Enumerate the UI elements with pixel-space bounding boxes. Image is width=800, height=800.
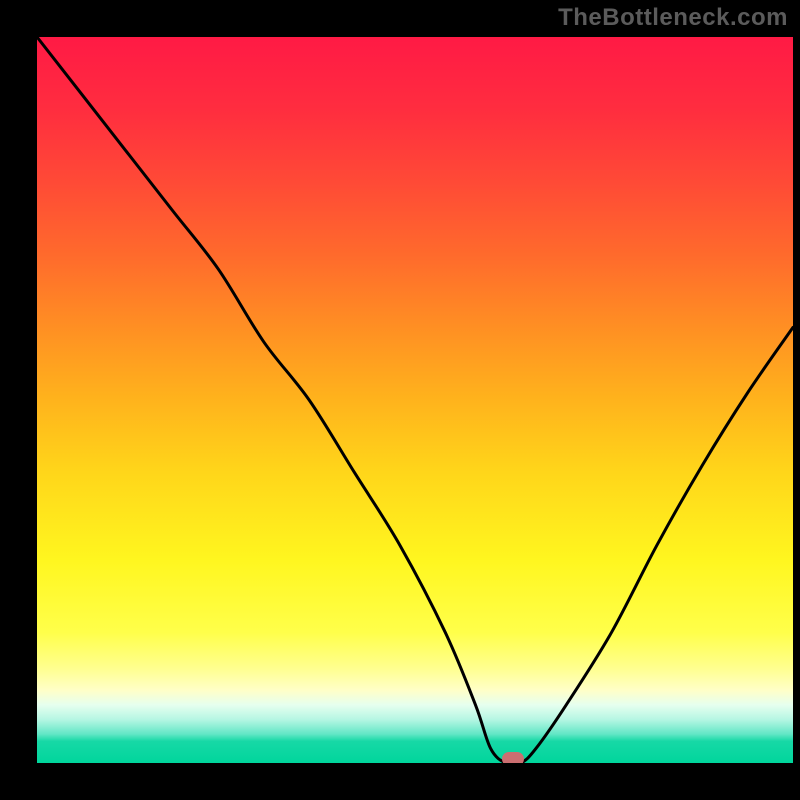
watermark-text: TheBottleneck.com <box>558 4 788 32</box>
bottleneck-curve <box>37 37 793 763</box>
chart-frame: TheBottleneck.com <box>0 0 800 800</box>
optimal-point-marker <box>502 752 524 763</box>
curve-svg <box>37 37 793 763</box>
plot-area <box>37 37 793 763</box>
